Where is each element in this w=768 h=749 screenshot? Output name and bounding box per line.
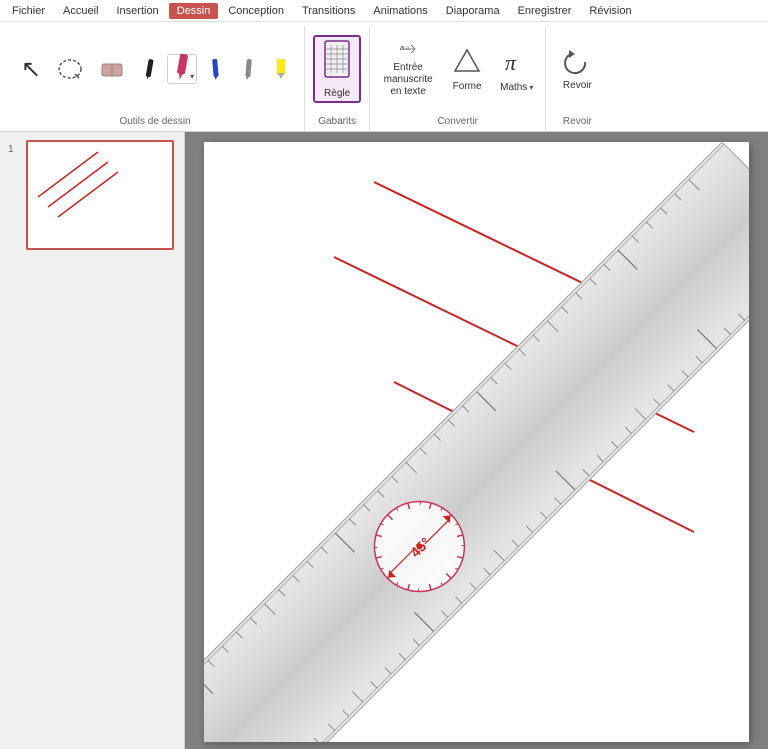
ribbon-group-revoir: Revoir Revoir	[546, 26, 608, 131]
regle-label: Règle	[324, 88, 350, 100]
canvas-area: 45°	[185, 132, 768, 749]
slide-thumbnail[interactable]	[26, 140, 174, 250]
pen-black-icon	[137, 57, 161, 81]
pen-red-tool[interactable]: ▾	[167, 54, 197, 84]
outils-dessin-label: Outils de dessin	[14, 112, 296, 127]
ruler-overlay: 45°	[204, 142, 749, 742]
pen-blue-tool[interactable]	[200, 54, 230, 84]
pen-gray-tool[interactable]	[233, 54, 263, 84]
pen-black-tool[interactable]	[134, 54, 164, 84]
revoir-tools: Revoir	[554, 26, 600, 112]
pen-row-1: ▾	[134, 54, 296, 84]
regle-tool[interactable]: Règle	[313, 35, 361, 103]
forme-icon	[452, 47, 482, 77]
slide-panel: 1	[0, 132, 185, 749]
revoir-label: Revoir	[563, 80, 592, 92]
menu-dessin[interactable]: Dessin	[169, 3, 219, 19]
cursor-icon: ↖	[21, 55, 41, 84]
app-body: 1	[0, 132, 768, 749]
lasso-icon	[57, 56, 83, 82]
ribbon-group-convertir: a α Entrée manuscriteen texte Forme π	[370, 26, 546, 131]
slide-number: 1	[8, 144, 20, 155]
highlighter-icon	[269, 57, 293, 81]
maths-icon: π	[502, 46, 532, 82]
menu-diaporama[interactable]: Diaporama	[438, 3, 508, 19]
forme-tool[interactable]: Forme	[446, 35, 488, 103]
gabarits-label: Gabarits	[313, 112, 361, 127]
svg-text:π: π	[505, 50, 517, 75]
menu-fichier[interactable]: Fichier	[4, 3, 53, 19]
maths-label: Maths	[500, 82, 527, 93]
revoir-tool[interactable]: Revoir	[554, 35, 600, 103]
menu-bar: Fichier Accueil Insertion Dessin Concept…	[0, 0, 768, 22]
menu-transitions[interactable]: Transitions	[294, 3, 363, 19]
maths-tool[interactable]: π Maths ▾	[496, 42, 537, 97]
eraser-icon	[99, 56, 125, 82]
menu-enregistrer[interactable]: Enregistrer	[510, 3, 580, 19]
eraser-tool[interactable]	[92, 35, 132, 103]
revoir-icon	[561, 46, 593, 78]
ruler-svg: 45°	[204, 142, 749, 742]
slide-canvas[interactable]: 45°	[204, 142, 749, 742]
slide-red-lines	[204, 142, 749, 742]
entree-manuscrite-icon: a α	[390, 40, 426, 58]
ribbon-group-outils-dessin: ↖	[6, 26, 305, 131]
gabarits-tools: Règle	[313, 26, 361, 112]
thumb-lines	[28, 142, 174, 250]
maths-label-row: Maths ▾	[500, 82, 533, 93]
ribbon: ↖	[0, 22, 768, 132]
highlighter-tool[interactable]	[266, 54, 296, 84]
menu-accueil[interactable]: Accueil	[55, 3, 106, 19]
slide-thumb-container: 1	[8, 140, 176, 250]
pen-blue-icon	[203, 57, 227, 81]
pen-tools: ▾	[134, 54, 296, 84]
pen-dropdown-arrow[interactable]: ▾	[190, 72, 194, 81]
forme-label: Forme	[453, 81, 482, 92]
maths-dropdown-arrow[interactable]: ▾	[529, 83, 533, 92]
svg-text:a: a	[400, 45, 404, 52]
cursor-tool[interactable]: ↖	[14, 35, 48, 103]
regle-icon	[321, 39, 353, 86]
lasso-tool[interactable]	[50, 35, 90, 103]
ribbon-group-gabarits: Règle Gabarits	[305, 26, 370, 131]
convertir-tools: a α Entrée manuscriteen texte Forme π	[378, 26, 537, 112]
drawing-tools-row: ↖	[14, 26, 296, 112]
menu-conception[interactable]: Conception	[220, 3, 292, 19]
pen-gray-icon	[236, 57, 260, 81]
menu-animations[interactable]: Animations	[365, 3, 435, 19]
revoir-group-label: Revoir	[554, 112, 600, 127]
entree-manuscrite-label: Entrée manuscriteen texte	[383, 62, 433, 98]
convertir-label: Convertir	[378, 112, 537, 127]
menu-insertion[interactable]: Insertion	[108, 3, 166, 19]
menu-revision[interactable]: Révision	[581, 3, 639, 19]
entree-manuscrite-tool[interactable]: a α Entrée manuscriteen texte	[378, 35, 438, 103]
svg-text:45°: 45°	[407, 534, 433, 560]
